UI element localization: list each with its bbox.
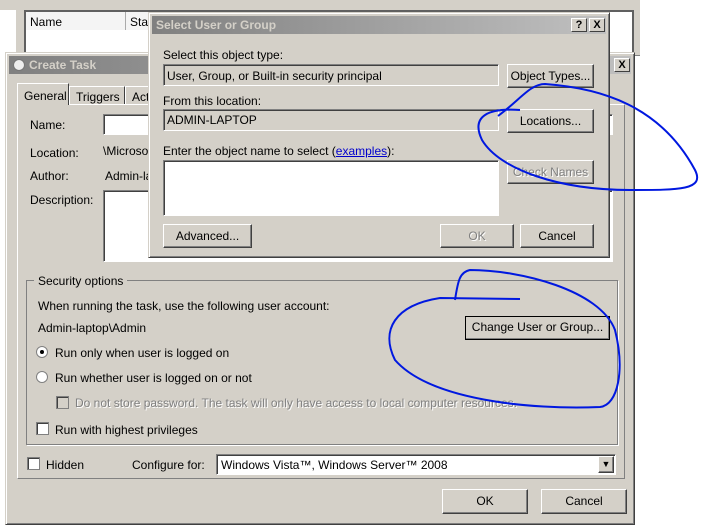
tab-general[interactable]: General bbox=[17, 83, 69, 105]
ink-annotations bbox=[388, 82, 698, 409]
annotation-circle-change-user bbox=[388, 268, 621, 409]
annotation-circle-locations bbox=[477, 82, 698, 192]
